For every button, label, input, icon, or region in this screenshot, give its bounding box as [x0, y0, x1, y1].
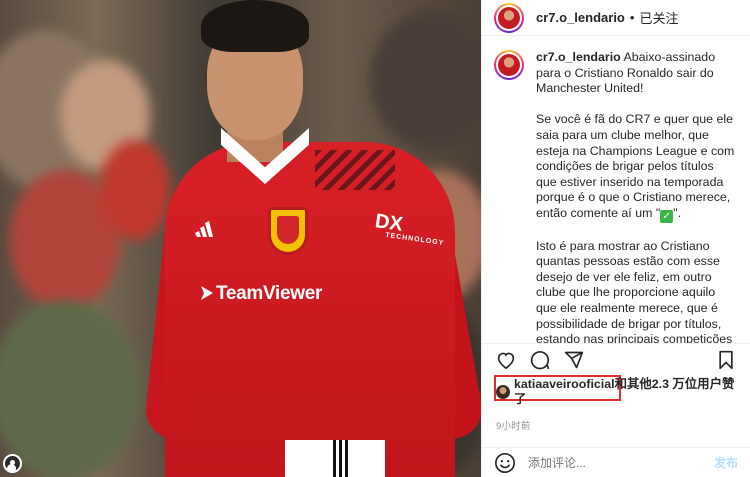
- share-icon[interactable]: [562, 348, 586, 372]
- heart-icon[interactable]: [494, 348, 518, 372]
- post-comment-button[interactable]: 发布: [714, 454, 738, 471]
- shorts-stripe: [333, 440, 351, 477]
- comment-bar: 发布: [482, 447, 750, 477]
- shirt-sponsor: TeamViewer: [201, 283, 322, 305]
- emoji-icon[interactable]: [494, 452, 516, 474]
- bookmark-icon[interactable]: [714, 348, 738, 372]
- avatar[interactable]: [494, 2, 524, 33]
- post-photo[interactable]: TeamViewer DX TECHNOLOGY: [0, 0, 481, 477]
- caption-text: cr7.o_lendario Abaixo-assinado para o Cr…: [536, 50, 736, 343]
- user-tag-icon[interactable]: [3, 454, 22, 473]
- player-shirt: [165, 142, 455, 477]
- likes-summary[interactable]: katiaaveirooficial和其他2.3 万位用户赞了: [496, 377, 746, 407]
- club-crest-icon: [268, 207, 308, 255]
- adidas-logo-icon: [195, 221, 213, 237]
- follow-status[interactable]: 已关注: [639, 8, 678, 27]
- action-bar: [482, 343, 750, 375]
- comment-input[interactable]: [528, 455, 714, 470]
- caption-username[interactable]: cr7.o_lendario: [536, 50, 621, 64]
- shirt-stripes: [315, 150, 395, 190]
- avatar[interactable]: [494, 50, 524, 80]
- player-figure: TeamViewer DX TECHNOLOGY: [143, 0, 481, 477]
- liker-avatar[interactable]: [496, 385, 510, 399]
- check-emoji-icon: ✓: [660, 209, 674, 223]
- crowd-blur: [0, 300, 140, 477]
- comment-icon[interactable]: [528, 348, 552, 372]
- caption-area[interactable]: cr7.o_lendario Abaixo-assinado para o Cr…: [482, 37, 750, 343]
- caption-paragraph: Se você é fã do CR7 e quer que ele saia …: [536, 112, 735, 223]
- caption-paragraph: Isto é para mostrar ao Cristiano quantas…: [536, 238, 733, 343]
- post-timestamp: 9小时前: [496, 421, 531, 432]
- crowd-blur: [100, 140, 170, 240]
- separator-dot: •: [629, 10, 635, 25]
- post-header: cr7.o_lendario • 已关注: [482, 0, 750, 36]
- player-hair: [201, 0, 309, 52]
- post-side-panel: cr7.o_lendario • 已关注 cr7.o_lendario Abai…: [481, 0, 750, 477]
- header-username[interactable]: cr7.o_lendario: [536, 10, 625, 25]
- liker-username[interactable]: katiaaveirooficial: [514, 377, 615, 391]
